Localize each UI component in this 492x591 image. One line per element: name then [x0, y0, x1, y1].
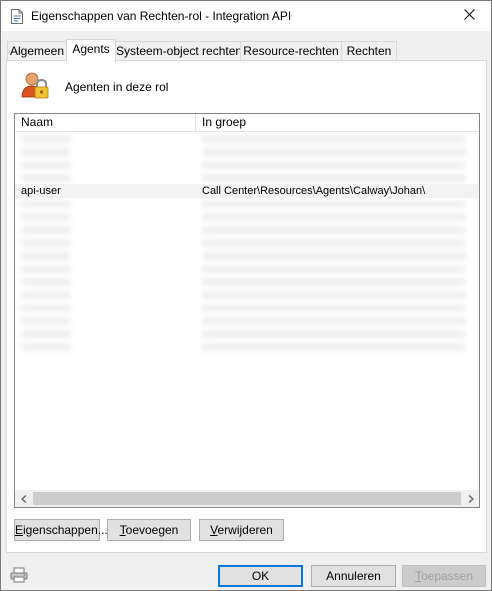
table-row[interactable]: xxxxxxxxx xxxxxxxxxxxxxxxxxxxxxxxxxxxxxxx…: [15, 158, 479, 172]
cell-naam: xxxxxxxxx: [21, 159, 71, 171]
table-row[interactable]: xxxxxxxxx xxxxxxxxxxxxxxxxxxxxxxxxxxxxxxx…: [15, 249, 479, 263]
cell-naam: xxxxxxxxx: [21, 315, 71, 327]
cell-in-groep: xxxxxxxxxxxxxxxxxxxxxxxxxxxxxxxxxxxxxxxx…: [202, 315, 466, 327]
cell-in-groep: xxxxxxxxxxxxxxxxxxxxxxxxxxxxxxxxxxxxxxxx…: [202, 276, 466, 288]
cancel-button[interactable]: Annuleren: [311, 565, 396, 587]
scrollbar-thumb[interactable]: [33, 492, 461, 505]
cell-in-groep: xxxxxxxxxxxxxxxxxxxxxxxxxxxxxxxxxxxxxxxx…: [202, 146, 466, 158]
table-row[interactable]: xxxxxxxxx xxxxxxxxxxxxxxxxxxxxxxxxxxxxxxx…: [15, 171, 479, 185]
table-row[interactable]: xxxxxxxxx xxxxxxxxxxxxxxxxxxxxxxxxxxxxxxx…: [15, 314, 479, 328]
cell-in-groep: xxxxxxxxxxxxxxxxxxxxxxxxxxxxxxxxxxxxxxxx…: [202, 172, 466, 184]
ok-button[interactable]: OK: [218, 565, 303, 587]
table-row[interactable]: xxxxxxxxx xxxxxxxxxxxxxxxxxxxxxxxxxxxxxxx…: [15, 288, 479, 302]
cell-in-groep: xxxxxxxxxxxxxxxxxxxxxxxxxxxxxxxxxxxxxxxx…: [202, 211, 466, 223]
cell-naam: xxxxxxxxx: [21, 146, 71, 158]
cell-naam: xxxxxxxxx: [21, 133, 71, 145]
cell-in-groep: xxxxxxxxxxxxxxxxxxxxxxxxxxxxxxxxxxxxxxxx…: [202, 237, 466, 249]
table-row[interactable]: xxxxxxxxx xxxxxxxxxxxxxxxxxxxxxxxxxxxxxxx…: [15, 340, 479, 354]
horizontal-scrollbar[interactable]: [15, 490, 479, 507]
table-row[interactable]: xxxxxxxxx xxxxxxxxxxxxxxxxxxxxxxxxxxxxxxx…: [15, 275, 479, 289]
apply-button[interactable]: Toepassen: [402, 565, 486, 587]
table-row[interactable]: api-user Call Center\Resources\Agents\Cal…: [15, 184, 479, 198]
close-icon: [463, 9, 475, 23]
properties-button[interactable]: Eigenschappen...: [14, 519, 108, 541]
title-bar: Eigenschappen van Rechten-rol - Integrat…: [1, 1, 491, 31]
column-header-naam[interactable]: Naam: [15, 114, 196, 131]
cell-naam: xxxxxxxxx: [21, 341, 71, 353]
cell-in-groep: xxxxxxxxxxxxxxxxxxxxxxxxxxxxxxxxxxxxxxxx…: [202, 302, 466, 314]
cell-naam: xxxxxxxxx: [21, 276, 71, 288]
table-row[interactable]: xxxxxxxxx xxxxxxxxxxxxxxxxxxxxxxxxxxxxxxx…: [15, 145, 479, 159]
cell-naam: xxxxxxxxx: [21, 250, 71, 262]
table-row[interactable]: xxxxxxxxx xxxxxxxxxxxxxxxxxxxxxxxxxxxxxxx…: [15, 197, 479, 211]
tab-systeem-object-rechten[interactable]: Systeem-object rechten: [115, 41, 242, 61]
cell-in-groep: Call Center\Resources\Agents\Calway\Joha…: [202, 185, 426, 197]
cell-naam: xxxxxxxxx: [21, 328, 71, 340]
cell-naam: xxxxxxxxx: [21, 289, 71, 301]
cell-naam: xxxxxxxxx: [21, 302, 71, 314]
list-header: Naam In groep: [15, 114, 479, 132]
remove-button[interactable]: Verwijderen: [199, 519, 284, 541]
properties-dialog: Eigenschappen van Rechten-rol - Integrat…: [0, 0, 492, 591]
cell-in-groep: xxxxxxxxxxxxxxxxxxxxxxxxxxxxxxxxxxxxxxxx…: [202, 263, 466, 275]
cell-naam: api-user: [21, 185, 61, 197]
tab-algemeen[interactable]: Algemeen: [7, 41, 67, 61]
section-header-label: Agenten in deze rol: [65, 80, 169, 94]
tab-rechten[interactable]: Rechten: [341, 41, 397, 61]
table-row[interactable]: xxxxxxxxx xxxxxxxxxxxxxxxxxxxxxxxxxxxxxxx…: [15, 210, 479, 224]
cell-naam: xxxxxxxxx: [21, 211, 71, 223]
table-row[interactable]: xxxxxxxxx xxxxxxxxxxxxxxxxxxxxxxxxxxxxxxx…: [15, 132, 479, 146]
cell-in-groep: xxxxxxxxxxxxxxxxxxxxxxxxxxxxxxxxxxxxxxxx…: [202, 133, 466, 145]
cell-in-groep: xxxxxxxxxxxxxxxxxxxxxxxxxxxxxxxxxxxxxxxx…: [202, 224, 466, 236]
cell-naam: xxxxxxxxx: [21, 237, 71, 249]
tab-agents[interactable]: Agents: [66, 39, 116, 62]
cell-in-groep: xxxxxxxxxxxxxxxxxxxxxxxxxxxxxxxxxxxxxxxx…: [202, 159, 466, 171]
table-row[interactable]: xxxxxxxxx xxxxxxxxxxxxxxxxxxxxxxxxxxxxxxx…: [15, 327, 479, 341]
chevron-left-icon: [20, 492, 27, 506]
user-lock-icon: [21, 71, 51, 101]
scroll-right-button[interactable]: [462, 490, 479, 507]
agents-tab-panel: Agenten in deze rol Naam In groep xxxxxx…: [6, 60, 487, 553]
table-row[interactable]: xxxxxxxxx xxxxxxxxxxxxxxxxxxxxxxxxxxxxxxx…: [15, 236, 479, 250]
close-button[interactable]: [447, 1, 491, 31]
table-row[interactable]: xxxxxxxxx xxxxxxxxxxxxxxxxxxxxxxxxxxxxxxx…: [15, 223, 479, 237]
cell-in-groep: xxxxxxxxxxxxxxxxxxxxxxxxxxxxxxxxxxxxxxxx…: [202, 198, 466, 210]
printer-icon: [10, 567, 28, 586]
table-row[interactable]: xxxxxxxxx xxxxxxxxxxxxxxxxxxxxxxxxxxxxxxx…: [15, 262, 479, 276]
cell-naam: xxxxxxxxx: [21, 172, 71, 184]
cell-in-groep: xxxxxxxxxxxxxxxxxxxxxxxxxxxxxxxxxxxxxxxx…: [202, 328, 466, 340]
window-title: Eigenschappen van Rechten-rol - Integrat…: [31, 9, 292, 23]
scroll-left-button[interactable]: [15, 490, 32, 507]
cell-in-groep: xxxxxxxxxxxxxxxxxxxxxxxxxxxxxxxxxxxxxxxx…: [202, 289, 466, 301]
agents-list[interactable]: Naam In groep xxxxxxxxx xxxxxxxxxxxxxxxxx…: [14, 113, 480, 508]
chevron-right-icon: [468, 492, 474, 506]
tab-resource-rechten[interactable]: Resource-rechten: [240, 41, 342, 61]
table-row[interactable]: xxxxxxxxx xxxxxxxxxxxxxxxxxxxxxxxxxxxxxxx…: [15, 301, 479, 315]
cell-naam: xxxxxxxxx: [21, 263, 71, 275]
column-header-in-groep[interactable]: In groep: [196, 114, 479, 131]
cell-in-groep: xxxxxxxxxxxxxxxxxxxxxxxxxxxxxxxxxxxxxxxx…: [202, 250, 466, 262]
document-icon: [11, 9, 23, 24]
print-button[interactable]: [8, 566, 30, 586]
cell-naam: xxxxxxxxx: [21, 224, 71, 236]
cell-in-groep: xxxxxxxxxxxxxxxxxxxxxxxxxxxxxxxxxxxxxxxx…: [202, 341, 466, 353]
cell-naam: xxxxxxxxx: [21, 198, 71, 210]
add-button[interactable]: Toevoegen: [107, 519, 191, 541]
